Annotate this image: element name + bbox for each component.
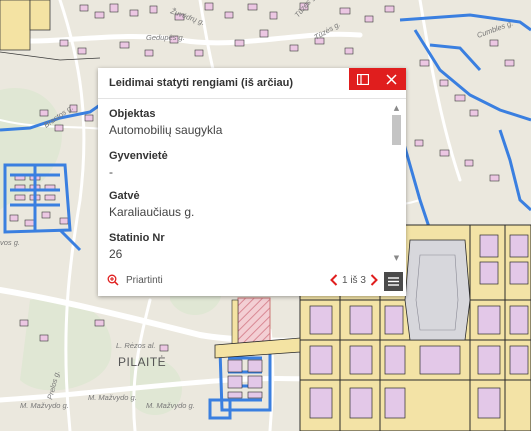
field-label: Statinio Nr — [109, 232, 165, 244]
scroll-up-icon[interactable]: ▲ — [392, 104, 401, 112]
map-label-gedupes: Gedupės g. — [146, 33, 185, 42]
scroll-down-icon[interactable]: ▼ — [392, 254, 401, 262]
field-value: Karaliaučiaus g. — [109, 205, 195, 219]
zoom-in-icon — [107, 274, 119, 286]
pager-count: 1 iš 3 — [342, 274, 366, 286]
field-label: Gatvė — [109, 190, 140, 202]
zoom-to-button[interactable]: Priartinti — [107, 274, 163, 286]
dock-icon — [357, 73, 369, 85]
feature-pager: 1 iš 3 — [329, 272, 379, 288]
popup-content: Objektas Automobilių saugykla Gyvenvietė… — [98, 102, 390, 262]
popup-footer: Priartinti 1 iš 3 — [98, 268, 406, 296]
zoom-to-label: Priartinti — [126, 274, 163, 286]
field-value: - — [109, 165, 113, 179]
map-label-vos: vos g. — [0, 238, 20, 247]
close-icon — [385, 73, 397, 85]
field-statinio-nr: Statinio Nr 26 — [109, 232, 165, 261]
map-label-rezos: L. Rėzos al. — [116, 341, 156, 350]
next-feature-button[interactable] — [369, 272, 379, 288]
map-label-mazvydo-1: M. Mažvydo g. — [20, 401, 69, 410]
dock-button[interactable] — [349, 68, 377, 90]
map-label-pilaite: PILAITĖ — [118, 355, 166, 369]
chevron-left-icon — [330, 274, 338, 286]
map-label-mazvydo-3: M. Mažvydo g. — [146, 401, 195, 410]
field-label: Gyvenvietė — [109, 150, 168, 162]
menu-button[interactable] — [384, 272, 403, 291]
previous-feature-button[interactable] — [329, 272, 339, 288]
field-gatve: Gatvė Karaliaučiaus g. — [109, 190, 194, 219]
close-button[interactable] — [377, 68, 405, 90]
chevron-right-icon — [370, 274, 378, 286]
menu-icon — [388, 277, 399, 286]
field-value: Automobilių saugykla — [109, 123, 223, 137]
field-objektas: Objektas Automobilių saugykla — [109, 108, 222, 137]
popup-scrollbar[interactable]: ▲ ▼ — [390, 102, 402, 264]
scroll-thumb[interactable] — [392, 115, 401, 145]
feature-popup: Leidimai statyti rengiami (iš arčiau) Ob… — [98, 68, 406, 296]
popup-title: Leidimai statyti rengiami (iš arčiau) — [109, 77, 294, 89]
field-value: 26 — [109, 247, 123, 261]
popup-header: Leidimai statyti rengiami (iš arčiau) — [98, 68, 406, 99]
popup-actions — [349, 68, 406, 90]
field-gyvenviete: Gyvenvietė - — [109, 150, 168, 179]
map-label-mazvydo-2: M. Mažvydo g. — [88, 393, 137, 402]
field-label: Objektas — [109, 108, 156, 120]
